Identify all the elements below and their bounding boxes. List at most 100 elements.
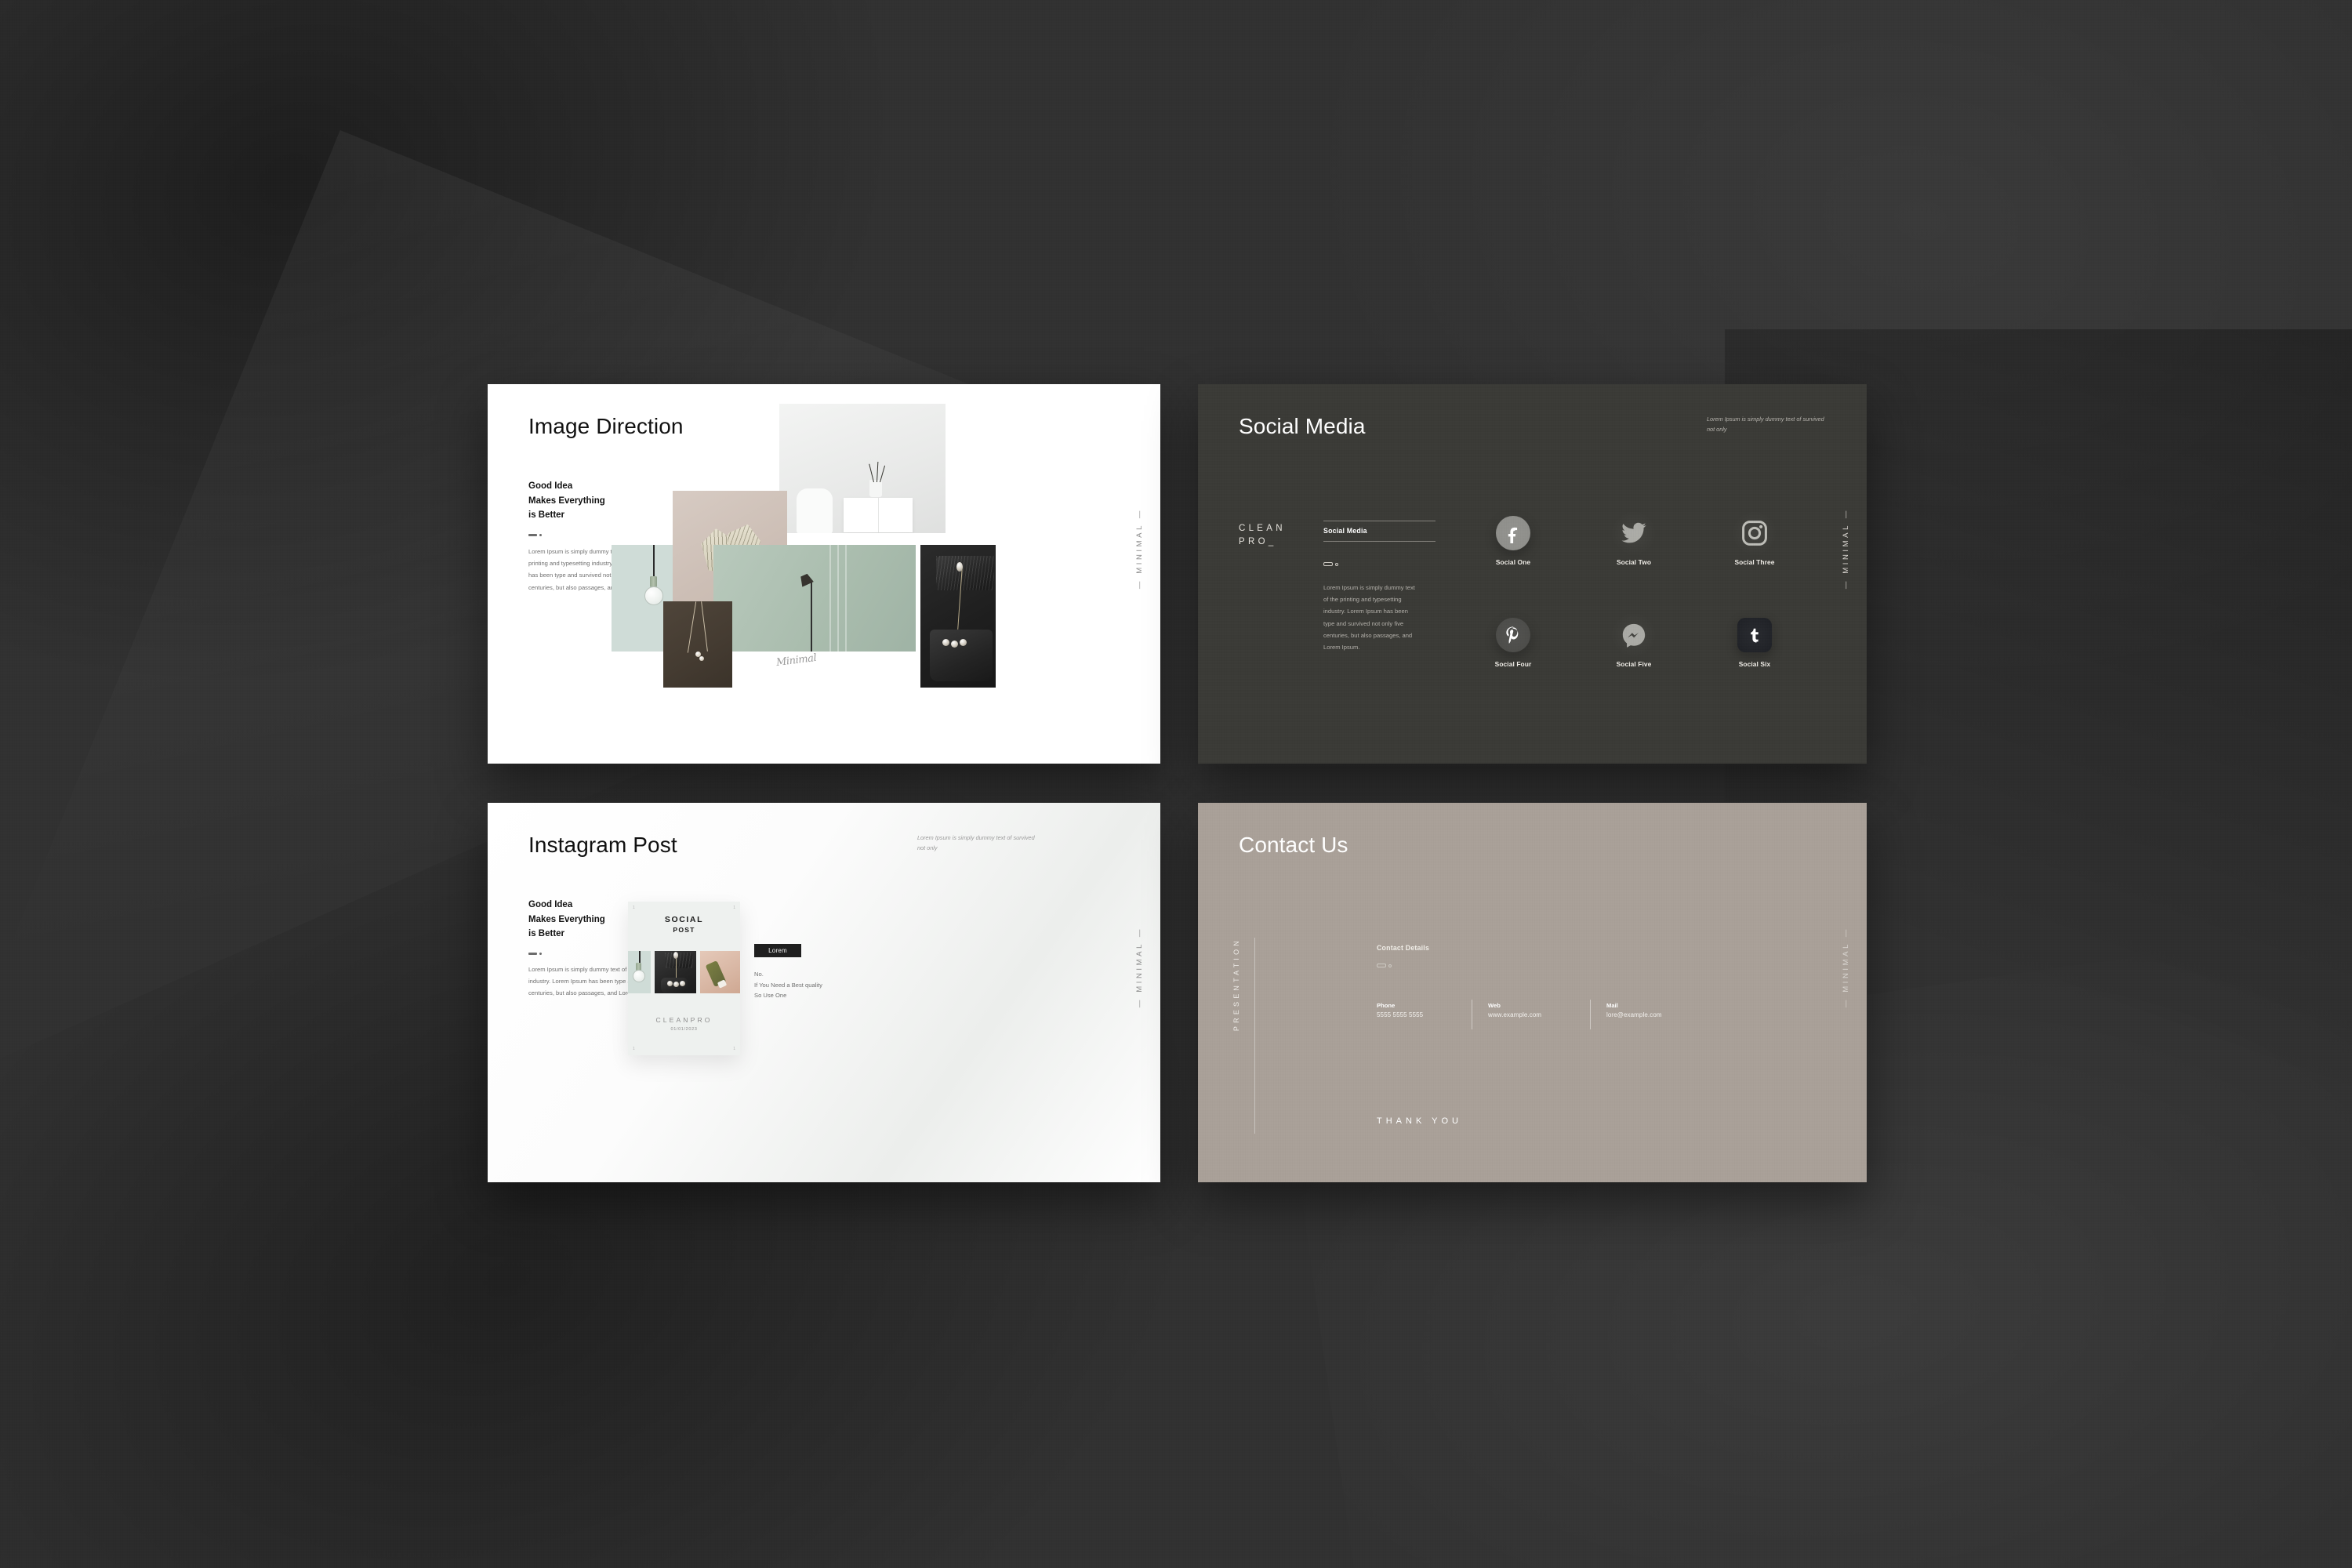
- social-item-label: Social Four: [1494, 660, 1532, 668]
- social-item-label: Social Three: [1734, 558, 1775, 566]
- kicker-rule-bottom: [1323, 541, 1436, 542]
- social-item-5[interactable]: Social Five: [1599, 612, 1668, 668]
- dot-mark: [539, 953, 542, 955]
- brand-logo-line-2: PRO_: [1239, 536, 1277, 546]
- bulb-cap: [650, 576, 657, 587]
- vertical-divider: [1254, 938, 1255, 1134]
- bag-bottom: [930, 630, 993, 681]
- social-item-6[interactable]: Social Six: [1720, 612, 1789, 668]
- card-footer-date: 01/01/2023: [670, 1027, 698, 1032]
- badge-halo: [1490, 510, 1537, 557]
- brand-logo-line-1: CLEAN: [1239, 524, 1286, 533]
- kicker-label: Social Media: [1323, 527, 1367, 535]
- page-title: Social Media: [1239, 414, 1366, 438]
- card-photo-jewelry: [655, 951, 696, 993]
- bulb-globe: [644, 586, 663, 605]
- bag-jewel-3: [951, 641, 958, 648]
- card-heading-post: POST: [673, 926, 695, 934]
- page-title: Instagram Post: [528, 833, 677, 857]
- body-copy: Lorem Ipsum is simply dummy text of the …: [1323, 584, 1415, 651]
- bulb-cord: [653, 545, 655, 578]
- slide-social-media[interactable]: Social Media Lorem Ipsum is simply dummy…: [1198, 384, 1867, 764]
- jewel-1: [667, 981, 673, 986]
- cta-copy-line-3: So Use One: [754, 992, 787, 1000]
- corner-mark-bottom-right: 1: [733, 1047, 735, 1051]
- wall-line-3: [845, 545, 847, 652]
- header-note: Lorem Ipsum is simply dummy text of surv…: [917, 834, 1035, 852]
- cta-copy-line-1: No.: [754, 971, 764, 978]
- card-photo-cosmetic: [700, 951, 740, 993]
- corner-mark-bottom-left: 1: [633, 1047, 635, 1051]
- collage-photo-office: [779, 404, 946, 533]
- header-note: Lorem Ipsum is simply dummy text of surv…: [1707, 416, 1824, 434]
- necklace-chain-left: [687, 601, 697, 653]
- contact-detail-mail: Mail lore@example.com: [1606, 1002, 1716, 1018]
- closing-message: THANK YOU: [1377, 1116, 1462, 1126]
- card-heading-social: SOCIAL: [664, 915, 704, 924]
- contact-detail-phone: Phone 5555 5555 5555: [1377, 1002, 1471, 1018]
- corner-mark-top-right: 1: [733, 906, 735, 910]
- bag-jewel-1: [956, 562, 963, 572]
- card-footer-brand: CLEANPRO: [655, 1016, 713, 1024]
- social-item-label: Social Six: [1738, 660, 1771, 668]
- script-signature: Minimal: [775, 652, 818, 670]
- corner-mark-top-left: 1: [633, 906, 635, 910]
- image-collage: Minimal: [488, 384, 1160, 764]
- collage-photo-lamp: [713, 545, 916, 652]
- slide-instagram-post[interactable]: Instagram Post Lorem Ipsum is simply dum…: [488, 803, 1160, 1182]
- contact-label: Mail: [1606, 1002, 1618, 1009]
- social-item-label: Social One: [1495, 558, 1531, 566]
- social-item-4[interactable]: Social Four: [1479, 612, 1548, 668]
- dash-dot-marker: [528, 953, 542, 955]
- slide-contact-us[interactable]: Contact Us — MINIMAL — PRESENTATION Cont…: [1198, 803, 1867, 1182]
- contact-value[interactable]: www.example.com: [1488, 1011, 1590, 1018]
- bulb-globe: [633, 970, 645, 982]
- cta-copy-line-2: If You Need a Best quality: [754, 981, 822, 989]
- contact-divider-2: [1590, 1000, 1591, 1029]
- badge-halo: [1610, 510, 1657, 557]
- kicker-label: Contact Details: [1377, 944, 1430, 952]
- vertical-label-presentation: PRESENTATION: [1232, 938, 1240, 1032]
- lorem-button[interactable]: Lorem: [754, 944, 801, 957]
- contact-label: Web: [1488, 1002, 1501, 1009]
- cabinet-divider: [878, 498, 879, 532]
- dash-dot-marker: [1377, 964, 1392, 967]
- lamp-pole: [811, 581, 812, 652]
- brand-logo: CLEAN PRO_: [1239, 522, 1286, 548]
- social-icon-grid: Social One Social Two Social Three Socia…: [1465, 510, 1841, 720]
- badge-halo: [1490, 612, 1537, 659]
- slide-image-direction[interactable]: Image Direction — MINIMAL — Good Idea Ma…: [488, 384, 1160, 764]
- contact-label: Phone: [1377, 1002, 1396, 1009]
- bag-ridges: [665, 953, 693, 968]
- backdrop-grain: [0, 0, 2352, 1568]
- social-item-3[interactable]: Social Three: [1720, 510, 1789, 566]
- bulb-cord: [639, 951, 641, 964]
- bag-jewel-4: [960, 639, 967, 646]
- necklace-chain-right: [701, 601, 709, 652]
- social-item-2[interactable]: Social Two: [1599, 510, 1668, 566]
- contact-value[interactable]: lore@example.com: [1606, 1011, 1716, 1018]
- jewel-top: [673, 952, 678, 959]
- collage-photo-necklace: [663, 601, 732, 688]
- page-title: Contact Us: [1239, 833, 1348, 857]
- card-photo-bulb: [628, 951, 651, 993]
- sprig-3: [880, 465, 886, 483]
- side-label-minimal: — MINIMAL —: [1135, 927, 1144, 1008]
- jewel-2: [673, 982, 679, 987]
- bag-ridges: [936, 556, 994, 590]
- badge-halo: [1731, 510, 1778, 557]
- dot-mark: [1335, 562, 1338, 566]
- chair-shape: [797, 488, 833, 533]
- social-item-label: Social Five: [1616, 660, 1652, 668]
- dash-mark: [1377, 964, 1386, 967]
- dot-mark: [1388, 964, 1392, 967]
- badge-halo: [1731, 612, 1778, 659]
- instagram-post-card[interactable]: 1 1 1 1 SOCIAL POST CLEANPRO 01/01/2023: [628, 902, 740, 1055]
- social-item-label: Social Two: [1616, 558, 1652, 566]
- badge-halo: [1610, 612, 1657, 659]
- necklace-pendant-2: [699, 656, 704, 661]
- jewel-3: [680, 981, 685, 986]
- side-label-minimal: — MINIMAL —: [1842, 508, 1850, 590]
- contact-value: 5555 5555 5555: [1377, 1011, 1424, 1018]
- social-item-1[interactable]: Social One: [1479, 510, 1548, 566]
